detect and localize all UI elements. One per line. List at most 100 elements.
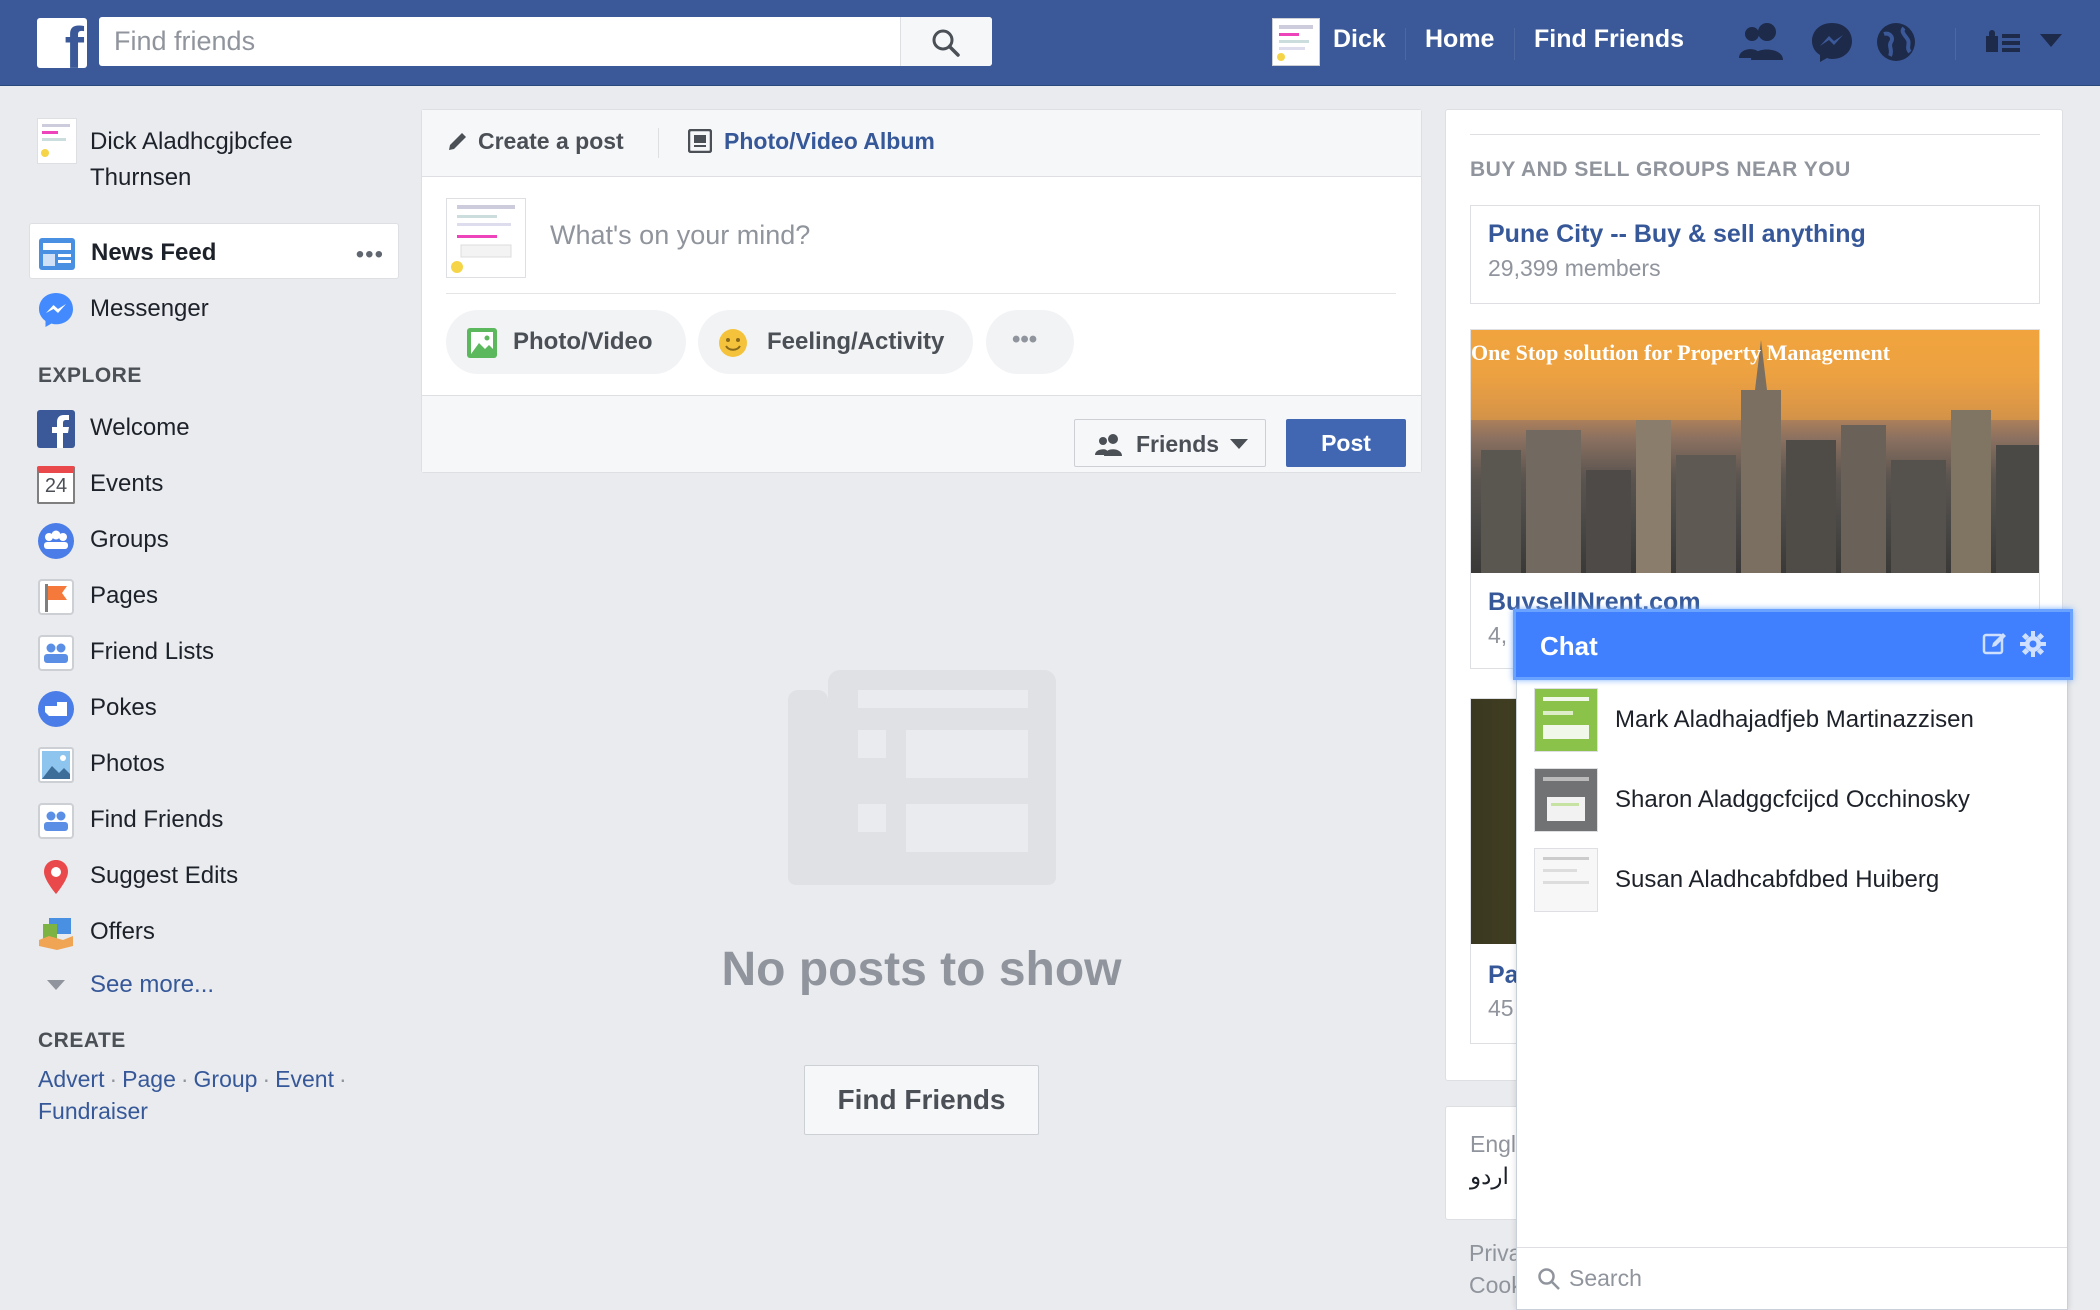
create-group-link[interactable]: Group: [194, 1066, 258, 1092]
chat-contact[interactable]: Sharon Aladggcfcijcd Occhinosky: [1534, 768, 2054, 832]
create-links: Advert · Page · Group · Event · Fundraiser: [38, 1063, 378, 1127]
sidebar-item-label: Messenger: [90, 295, 209, 322]
audience-selector[interactable]: Friends: [1074, 419, 1266, 467]
photo-video-button[interactable]: Photo/Video: [446, 310, 686, 374]
create-advert-link[interactable]: Advert: [38, 1066, 104, 1092]
smiley-icon: [719, 329, 747, 357]
friend-requests-icon[interactable]: [1737, 20, 1787, 64]
sidebar-item-label: Groups: [90, 526, 169, 553]
buy-sell-groups-title: BUY AND SELL GROUPS NEAR YOU: [1470, 158, 1851, 181]
facebook-logo[interactable]: f: [37, 18, 87, 68]
feeling-activity-button[interactable]: Feeling/Activity: [698, 310, 973, 374]
link-separator: ·: [338, 1066, 347, 1092]
chat-search: [1517, 1247, 2067, 1309]
sidebar-item-messenger[interactable]: Messenger: [29, 280, 399, 336]
more-options-button[interactable]: •••: [986, 310, 1074, 374]
album-icon: [687, 128, 713, 154]
search-input[interactable]: [99, 17, 899, 66]
composer-tabs: Create a post Photo/Video Album: [422, 110, 1421, 177]
nav-home-link[interactable]: Home: [1425, 25, 1494, 54]
sidebar-item-label: Suggest Edits: [90, 862, 239, 889]
card-divider: [1470, 134, 2040, 135]
sidebar-item-pages[interactable]: Pages: [29, 567, 399, 623]
link-separator: ·: [180, 1066, 189, 1092]
sidebar-item-label: Find Friends: [90, 806, 224, 833]
see-more-link[interactable]: See more...: [90, 971, 214, 999]
sidebar-item-suggest-edits[interactable]: Suggest Edits: [29, 847, 399, 903]
cookies-link[interactable]: Cook: [1469, 1269, 1523, 1301]
sidebar-item-label: Friend Lists: [90, 638, 215, 665]
composer-footer: Friends Post: [422, 395, 1421, 472]
status-input[interactable]: What's on your mind?: [550, 220, 810, 251]
avatar: [1534, 688, 1598, 752]
chevron-down-icon: [47, 980, 65, 990]
sidebar-item-events[interactable]: 24 Events: [29, 455, 399, 511]
sidebar-item-pokes[interactable]: Pokes: [29, 679, 399, 735]
nav-find-friends-link[interactable]: Find Friends: [1534, 25, 1684, 54]
offers-icon: [39, 918, 73, 950]
sidebar-item-find-friends[interactable]: Find Friends: [29, 791, 399, 847]
chat-search-input[interactable]: [1569, 1258, 2049, 1298]
search-button[interactable]: [900, 17, 992, 66]
profile-thumbnail[interactable]: [1272, 18, 1320, 66]
composer-avatar: [446, 198, 526, 278]
sidebar-item-photos[interactable]: Photos: [29, 735, 399, 791]
chat-header[interactable]: Chat: [1513, 609, 2073, 680]
sidebar-profile-name[interactable]: Dick Aladhcgjbcfee Thurnsen: [90, 124, 340, 196]
chat-contact[interactable]: Susan Aladhcabfdbed Huiberg: [1534, 848, 2054, 912]
sidebar-item-label: Welcome: [90, 414, 190, 441]
sidebar-item-friend-lists[interactable]: Friend Lists: [29, 623, 399, 679]
sidebar-item-label: Pokes: [90, 694, 157, 721]
poke-icon: [38, 691, 74, 727]
ad-subtitle: 4,: [1488, 622, 1508, 648]
sidebar-see-more[interactable]: See more...: [29, 956, 399, 1012]
chevron-down-icon: [1230, 439, 1248, 449]
nav-profile-link[interactable]: Dick: [1333, 25, 1386, 54]
map-pin-icon: [44, 860, 68, 894]
group-suggestion[interactable]: Pune City -- Buy & sell anything 29,399 …: [1470, 205, 2040, 304]
sidebar-item-label: Offers: [90, 918, 155, 945]
create-event-link[interactable]: Event: [275, 1066, 334, 1092]
notifications-globe-icon[interactable]: [1874, 20, 1918, 64]
nav-divider: [1405, 28, 1406, 60]
sidebar-item-label: News Feed: [91, 239, 217, 266]
create-page-link[interactable]: Page: [122, 1066, 176, 1092]
friends-icon: [1095, 434, 1122, 456]
group-member-count: 29,399 members: [1488, 255, 1661, 281]
language-english[interactable]: Engl: [1470, 1131, 1516, 1158]
privacy-link[interactable]: Priva: [1469, 1237, 1523, 1269]
find-friends-button[interactable]: Find Friends: [804, 1065, 1039, 1135]
messenger-nav-icon[interactable]: [1810, 20, 1854, 64]
photo-icon: [467, 328, 497, 358]
language-urdu[interactable]: اردو: [1470, 1163, 1509, 1190]
sidebar-item-label: Events: [90, 470, 164, 497]
news-feed-icon: [39, 238, 75, 270]
quick-help-icon[interactable]: [1986, 30, 2022, 54]
sidebar-item-news-feed[interactable]: News Feed •••: [29, 223, 399, 279]
messenger-icon: [39, 293, 73, 327]
chat-contact[interactable]: Mark Aladhajadfjeb Martinazzisen: [1534, 688, 2054, 752]
pencil-icon: [449, 133, 466, 150]
sidebar-item-groups[interactable]: Groups: [29, 511, 399, 567]
ad-city-image[interactable]: One Stop solution for Property Managemen…: [1471, 330, 2039, 573]
post-button[interactable]: Post: [1286, 419, 1406, 467]
contact-name: Mark Aladhajadfjeb Martinazzisen: [1615, 706, 1974, 733]
new-message-icon[interactable]: [1982, 631, 2008, 657]
photos-icon: [38, 747, 74, 783]
ad-2-subtitle: 45: [1488, 995, 1514, 1021]
tab-photo-video-album[interactable]: Photo/Video Album: [687, 128, 935, 155]
ad-2-name-link[interactable]: Pa: [1488, 961, 1519, 990]
more-options-icon[interactable]: •••: [356, 241, 384, 269]
create-fundraiser-link[interactable]: Fundraiser: [38, 1098, 148, 1124]
sidebar-item-welcome[interactable]: Welcome: [29, 399, 399, 455]
create-section-title: CREATE: [38, 1029, 126, 1052]
tab-create-post[interactable]: Create a post: [446, 128, 624, 155]
group-name-link[interactable]: Pune City -- Buy & sell anything: [1488, 220, 1866, 249]
facebook-icon: [37, 410, 75, 448]
account-menu-chevron-down-icon[interactable]: [2040, 34, 2062, 48]
sidebar-profile-thumbnail[interactable]: [37, 118, 77, 164]
sidebar-item-offers[interactable]: Offers: [29, 903, 399, 959]
top-navigation-bar: f Dick Home Find Friends: [0, 0, 2100, 86]
gear-icon[interactable]: [2020, 631, 2046, 657]
link-separator: ·: [262, 1066, 271, 1092]
